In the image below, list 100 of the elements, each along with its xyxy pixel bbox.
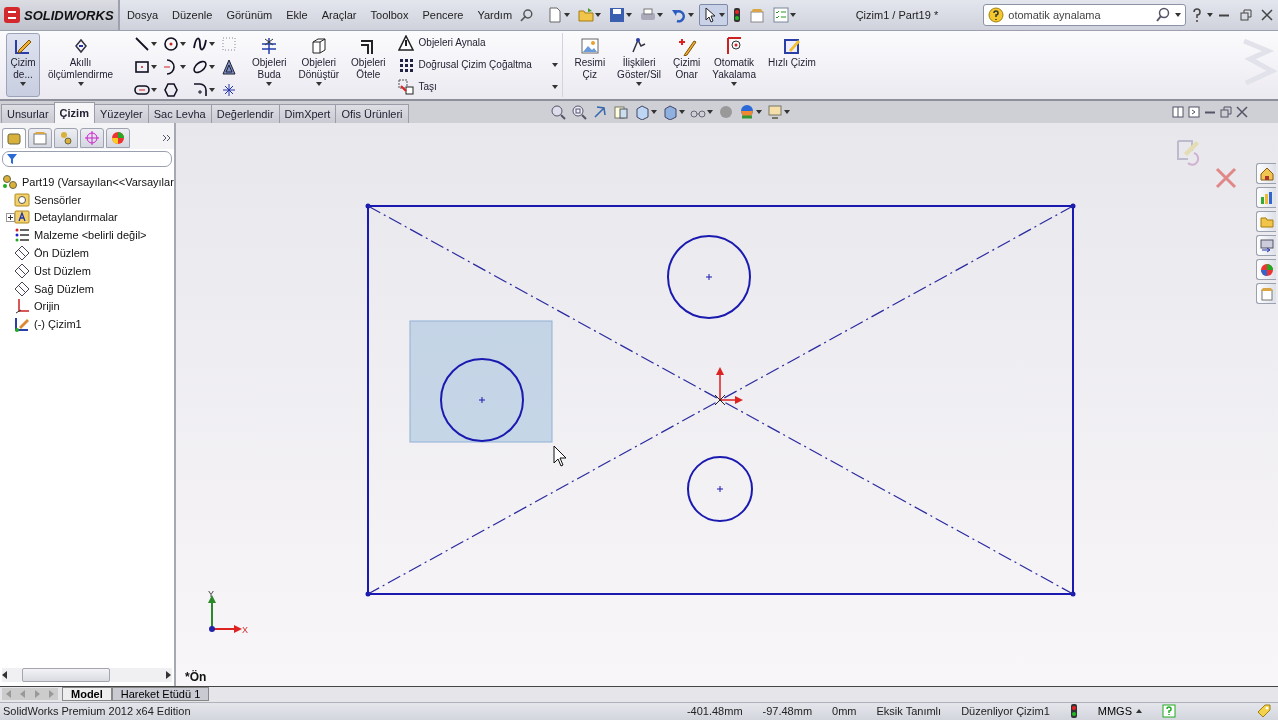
property-sheet-icon <box>32 130 48 146</box>
tile-icon[interactable] <box>1172 106 1184 118</box>
chevron-icon[interactable] <box>162 133 172 143</box>
axis-label: X <box>242 625 248 635</box>
caret-icon <box>731 82 738 86</box>
tree-item-label[interactable]: (-) Çizim1 <box>34 318 82 331</box>
caret-icon <box>783 110 790 114</box>
tree-item-label[interactable]: Detaylandırmalar <box>34 211 118 224</box>
ribbon-button[interactable]: Otomatik Yakalama <box>708 33 760 97</box>
ribbon-button[interactable]: Objeleri Ötele <box>347 33 390 97</box>
close-icon[interactable] <box>1236 106 1248 118</box>
panel-tab[interactable] <box>28 128 52 148</box>
menu-item[interactable]: Araçlar <box>314 9 364 21</box>
search-field[interactable]: otomatik aynalama <box>1008 9 1151 21</box>
caret-icon <box>687 13 694 17</box>
toolbar-button[interactable] <box>698 4 728 26</box>
sketch-tool-button[interactable] <box>162 56 188 77</box>
tree-item-label[interactable]: Ön Düzlem <box>34 247 90 260</box>
menu-item[interactable]: Görünüm <box>219 9 280 21</box>
tree-item-label[interactable]: Sensörler <box>34 193 82 206</box>
caret-icon <box>656 13 663 17</box>
search-box[interactable]: otomatik aynalama <box>983 4 1186 26</box>
menu-item[interactable]: Toolbox <box>363 9 416 21</box>
home-icon <box>1259 166 1274 181</box>
caret-icon <box>209 87 216 92</box>
tab[interactable]: Sac Levha <box>147 104 212 123</box>
dotted-grid-icon <box>221 35 238 52</box>
menu-item[interactable]: Dosya <box>119 9 166 21</box>
minimize-icon[interactable] <box>1204 110 1216 114</box>
ribbon-button[interactable]: Resimi Çiz <box>570 33 610 97</box>
tab[interactable]: Değerlendir <box>210 104 280 123</box>
tile-icon[interactable] <box>1188 106 1200 118</box>
warning-triangle-icon <box>397 34 414 51</box>
caret-icon <box>151 41 158 46</box>
logo-icon <box>3 6 21 24</box>
menu-item[interactable]: Ekle <box>279 9 315 21</box>
question-mark-icon <box>1191 7 1202 23</box>
filter-field[interactable] <box>2 151 172 167</box>
tab[interactable]: Unsurlar <box>1 104 55 123</box>
ribbon-button[interactable]: Taşı <box>397 77 558 96</box>
ribbon-button[interactable]: Objeleri Dönüştür <box>294 33 344 97</box>
folder-icon <box>577 7 594 23</box>
tab[interactable]: Yüzeyler <box>93 104 149 123</box>
tree-item-label[interactable]: Sağ Düzlem <box>34 282 94 295</box>
task-pane-tab[interactable] <box>1256 235 1276 256</box>
restore-icon <box>1239 9 1252 21</box>
ribbon-button[interactable]: Objeleri Aynala <box>397 33 558 52</box>
tree-item-label[interactable]: Orijin <box>34 300 60 313</box>
tab[interactable]: Ofis Ürünleri <box>335 104 409 123</box>
tab[interactable]: Çizim <box>53 102 95 123</box>
caret-icon <box>551 84 558 89</box>
caret-icon <box>20 82 26 86</box>
image-icon <box>579 36 600 56</box>
caret-icon <box>77 82 84 86</box>
sketch-circle <box>687 456 753 522</box>
ribbon-button[interactable]: Hızlı Çizim <box>763 33 820 97</box>
quick-sketch-icon <box>781 36 802 56</box>
app-logo: SOLIDWORKS <box>24 7 114 23</box>
ribbon-button[interactable]: Çizimi Onar <box>669 33 705 97</box>
units-button[interactable]: MMGS <box>1097 705 1142 718</box>
panel-tab[interactable] <box>54 128 78 148</box>
task-pane-tab[interactable] <box>1256 259 1276 280</box>
menu-item[interactable]: Yardım <box>470 9 520 21</box>
panel-tab[interactable] <box>2 128 26 148</box>
editing-text: Düzenliyor Çizim1 <box>961 705 1050 718</box>
scroll-right-icon[interactable] <box>166 671 172 679</box>
caret-icon <box>678 110 685 114</box>
caret-icon <box>789 13 796 17</box>
tree-item-label[interactable]: Part19 (Varsayılan<<Varsayılar <box>22 175 174 188</box>
tree-item-label[interactable]: Üst Düzlem <box>34 264 91 277</box>
panel-tab[interactable] <box>106 128 130 148</box>
tab[interactable]: DimXpert <box>278 104 337 123</box>
tree-item-label[interactable]: Malzeme <belirli değil> <box>34 229 147 242</box>
appearance-ball-icon <box>110 130 126 146</box>
ribbon-button[interactable]: Doğrusal Çizim Çoğaltma <box>397 55 558 74</box>
task-pane-tab[interactable] <box>1256 163 1276 184</box>
ribbon-button[interactable]: İlişkileri Göster/Sil <box>613 33 665 97</box>
help-square-icon[interactable] <box>1162 704 1176 719</box>
tag-icon[interactable] <box>1256 703 1272 720</box>
view-palette-icon <box>1259 238 1274 253</box>
caret-icon <box>180 41 187 46</box>
traffic-light-icon[interactable] <box>1069 703 1078 720</box>
panel-tab[interactable] <box>80 128 104 148</box>
horizontal-scrollbar[interactable] <box>2 668 172 682</box>
document-title: Çizim1 / Part19 * <box>855 9 940 21</box>
restore-icon[interactable] <box>1220 106 1232 118</box>
tab[interactable]: Model <box>62 687 112 702</box>
ribbon-button[interactable]: Çizim de... <box>6 33 40 97</box>
color-ball-icon <box>1259 262 1274 277</box>
ribbon-button[interactable]: Akıllı ölçümlendirme <box>44 33 118 97</box>
monitor-icon <box>766 104 783 120</box>
task-pane-tab[interactable] <box>1256 187 1276 208</box>
menu-item[interactable]: Düzenle <box>165 9 220 21</box>
ribbon-button[interactable]: Objeleri Buda <box>248 33 291 97</box>
scroll-left-icon[interactable] <box>2 671 8 679</box>
tab[interactable]: Hareket Etüdü 1 <box>111 687 210 702</box>
line-icon <box>134 35 151 52</box>
plane-icon <box>14 280 30 297</box>
menu-item[interactable]: Pencere <box>415 9 471 21</box>
coordinate-text: -401.48mm <box>686 705 743 718</box>
